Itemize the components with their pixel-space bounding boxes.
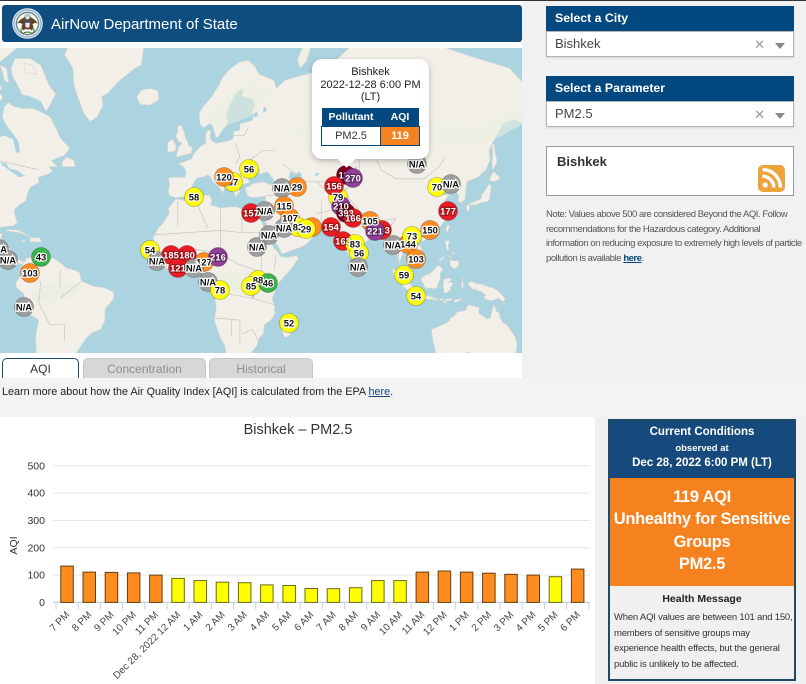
svg-text:500: 500 <box>27 460 45 472</box>
svg-text:N/A: N/A <box>0 243 7 254</box>
svg-text:177: 177 <box>440 205 456 216</box>
svg-text:54: 54 <box>411 290 422 301</box>
svg-text:221: 221 <box>367 225 383 236</box>
svg-text:AQI: AQI <box>8 536 20 554</box>
svg-text:N/A: N/A <box>385 239 401 250</box>
svg-text:43: 43 <box>36 251 46 262</box>
svg-text:29: 29 <box>292 181 302 192</box>
svg-text:N/A: N/A <box>276 222 292 233</box>
svg-text:N/A: N/A <box>409 158 425 169</box>
svg-text:100: 100 <box>27 570 45 582</box>
svg-text:120: 120 <box>216 171 232 182</box>
svg-text:185: 185 <box>163 249 179 260</box>
svg-text:300: 300 <box>27 515 45 527</box>
svg-text:200: 200 <box>27 542 45 554</box>
svg-text:N/A: N/A <box>186 262 202 273</box>
svg-text:46: 46 <box>263 277 273 288</box>
svg-text:154: 154 <box>323 221 339 232</box>
svg-text:115: 115 <box>276 200 291 211</box>
svg-text:29: 29 <box>301 223 311 234</box>
svg-text:54: 54 <box>145 244 156 255</box>
svg-text:Bishkek – PM2.5: Bishkek – PM2.5 <box>244 422 353 438</box>
svg-text:56: 56 <box>354 247 364 258</box>
svg-text:156: 156 <box>326 180 342 191</box>
svg-text:N/A: N/A <box>16 301 32 312</box>
svg-text:0: 0 <box>39 597 45 609</box>
svg-text:163: 163 <box>335 235 351 246</box>
svg-text:N/A: N/A <box>249 241 265 252</box>
svg-text:216: 216 <box>210 251 226 262</box>
svg-text:103: 103 <box>408 253 424 264</box>
svg-text:180: 180 <box>179 249 195 260</box>
svg-text:58: 58 <box>189 191 199 202</box>
svg-text:N/A: N/A <box>443 178 459 189</box>
svg-text:73: 73 <box>407 230 417 241</box>
svg-text:N/A: N/A <box>261 229 277 240</box>
svg-text:N/A: N/A <box>0 254 16 265</box>
svg-text:150: 150 <box>422 224 438 235</box>
svg-text:78: 78 <box>215 284 225 295</box>
svg-text:121: 121 <box>170 262 186 273</box>
svg-text:N/A: N/A <box>274 182 290 193</box>
svg-text:270: 270 <box>345 172 361 183</box>
svg-text:N/A: N/A <box>257 205 273 216</box>
svg-text:400: 400 <box>27 488 45 500</box>
svg-text:157: 157 <box>243 207 259 218</box>
svg-text:70: 70 <box>432 181 442 192</box>
svg-text:166: 166 <box>345 212 361 223</box>
svg-text:56: 56 <box>244 163 254 174</box>
svg-text:103: 103 <box>22 267 38 278</box>
svg-text:59: 59 <box>399 269 409 280</box>
svg-text:N/A: N/A <box>350 261 366 272</box>
svg-text:85: 85 <box>246 280 256 291</box>
svg-text:52: 52 <box>284 317 294 328</box>
